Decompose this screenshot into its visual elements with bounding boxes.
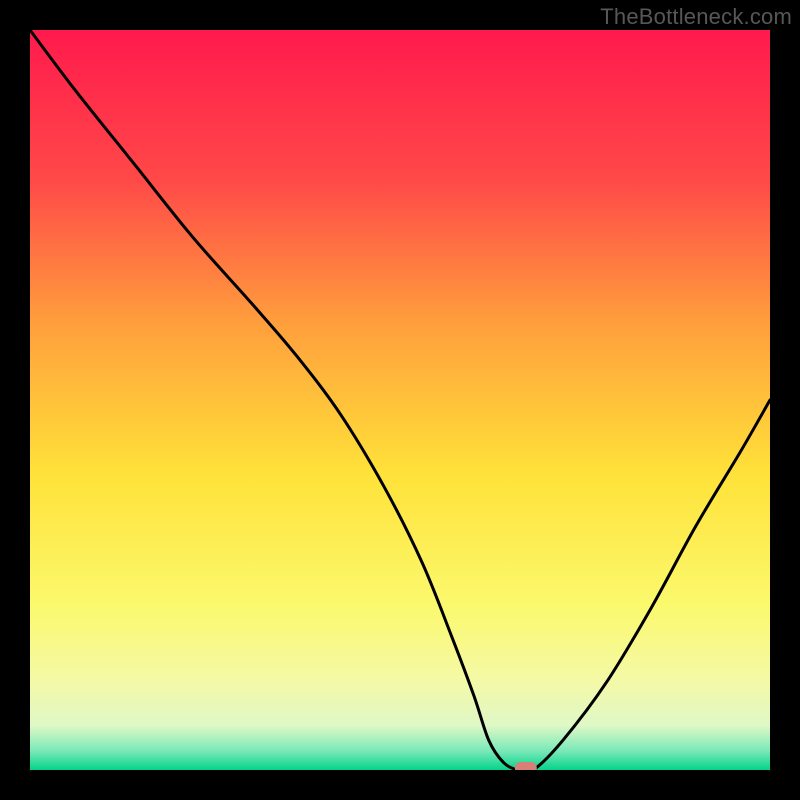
- watermark-text: TheBottleneck.com: [600, 4, 792, 30]
- plot-area: [30, 30, 770, 770]
- chart-stage: TheBottleneck.com: [0, 0, 800, 800]
- min-marker: [515, 762, 537, 770]
- bottleneck-chart-svg: [30, 30, 770, 770]
- chart-background: [30, 30, 770, 770]
